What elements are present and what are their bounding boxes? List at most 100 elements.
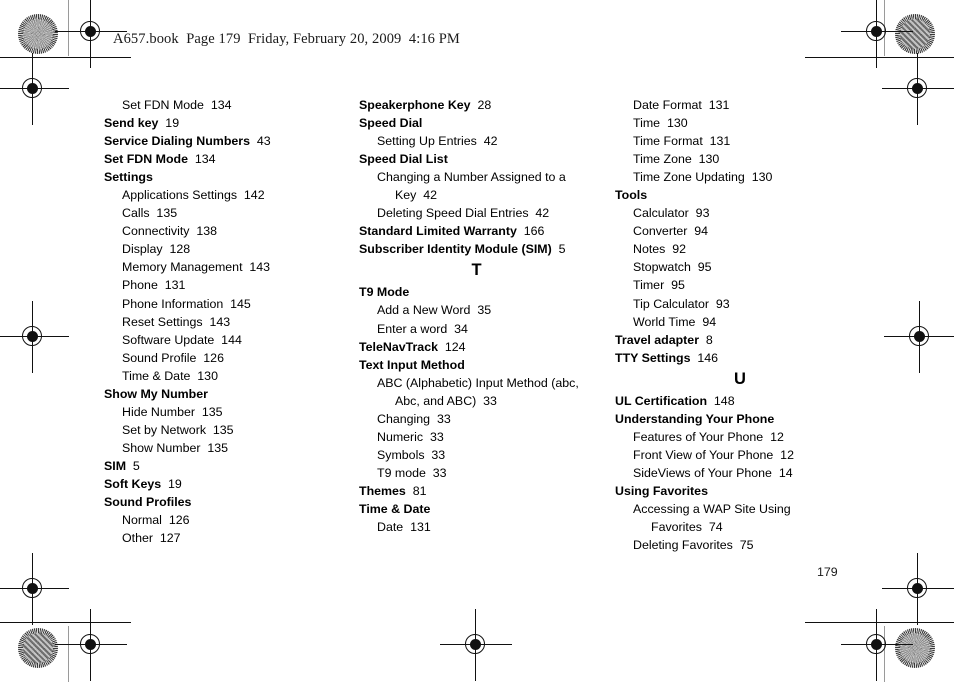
index-entry-page-number: 93 [708, 296, 730, 311]
index-subentry: Reset Settings 143 [104, 313, 339, 331]
index-entry-text: Travel adapter [615, 332, 700, 347]
index-entry-text: Sound Profile [122, 350, 197, 365]
index-entry-page-number: 95 [664, 278, 685, 293]
index-entry-page-number: 135 [195, 404, 223, 419]
index-entry-page-number: 75 [732, 538, 754, 553]
index-entry-text: Speed Dial List [359, 152, 448, 167]
trim-rule-bottom-right [805, 622, 954, 624]
index-subentry: T9 mode 33 [359, 464, 594, 482]
index-entry: Speed Dial List [359, 150, 594, 168]
index-subentry: ABC (Alphabetic) Input Method (abc, Abc,… [359, 374, 594, 410]
page-number-folio: 179 [817, 565, 838, 579]
index-entry-page-number: 126 [161, 513, 190, 528]
index-entry-page-number: 143 [242, 260, 271, 275]
index-entry: TeleNavTrack 124 [359, 338, 594, 356]
index-entry-text: TeleNavTrack [359, 339, 438, 354]
registration-target-top-left-corner [0, 53, 69, 125]
index-entry-text: Time & Date [359, 501, 431, 516]
index-entry-page-number: 35 [470, 303, 492, 318]
index-entry-text: Date Format [633, 98, 702, 112]
index-entry-page-number: 126 [196, 350, 224, 365]
index-subentry: Other 127 [104, 529, 339, 547]
index-entry-text: Set by Network [122, 422, 207, 437]
index-subentry: Numeric 33 [359, 428, 594, 446]
index-entry-text: Show Number [122, 440, 201, 455]
index-subentry: Memory Management 143 [104, 258, 339, 276]
index-entry-page-number: 33 [423, 429, 444, 444]
index-entry-text: SideViews of Your Phone [633, 465, 772, 480]
index-entry-text: Symbols [377, 447, 425, 462]
index-section-letter: T [471, 261, 482, 280]
index-entry-page-number: 135 [206, 422, 234, 437]
index-entry-text: Other [122, 531, 153, 546]
index-entry: Subscriber Identity Module (SIM) 5 [359, 240, 594, 258]
registration-target-top-inner-right [841, 0, 913, 68]
index-entry: Speed Dial [359, 114, 594, 132]
index-entry: Time & Date [359, 500, 594, 518]
index-entry: Service Dialing Numbers 43 [104, 132, 339, 150]
index-entry-page-number: 42 [416, 188, 438, 203]
index-entry-text: Calls [122, 206, 150, 221]
index-entry-page-number: 124 [437, 339, 466, 354]
index-entry-page-number: 95 [690, 260, 712, 275]
index-entry-page-number: 143 [202, 314, 231, 329]
index-entry-text: Tip Calculator [633, 296, 709, 311]
index-entry-text: Add a New Word [377, 303, 471, 318]
index-subentry: Time Format 131 [615, 132, 865, 150]
color-control-rosette-bottom-right [895, 628, 935, 668]
index-entry-text: Tools [615, 188, 648, 203]
index-entry-page-number: 33 [476, 393, 497, 408]
index-entry-text: Connectivity [122, 224, 190, 239]
index-entry: Set FDN Mode 134 [104, 150, 339, 168]
registration-target-bottom-inner-left [55, 609, 127, 681]
index-entry-text: Text Input Method [359, 357, 465, 372]
index-section-letter: U [734, 369, 746, 388]
index-entry-text: Themes [359, 483, 406, 498]
index-entry-page-number: 81 [405, 483, 427, 498]
index-subentry: Add a New Word 35 [359, 301, 594, 319]
registration-target-bottom-inner-right [841, 609, 913, 681]
index-entry-page-number: 19 [158, 116, 180, 131]
index-entry-text: Set FDN Mode [104, 152, 188, 167]
trim-line-top-right-vertical [884, 0, 886, 56]
index-entry-page-number: 33 [424, 447, 446, 462]
index-subentry: Changing a Number Assigned to a Key 42 [359, 168, 594, 204]
index-entry-page-number: 166 [516, 224, 545, 239]
index-entry-text: SIM [104, 458, 127, 473]
index-entry-page-number: 145 [223, 296, 251, 311]
index-entry: Using Favorites [615, 482, 865, 500]
index-entry-text: Applications Settings [122, 188, 238, 203]
book-header-text: A657.book Page 179 Friday, February 20, … [113, 31, 460, 47]
index-subentry: Symbols 33 [359, 446, 594, 464]
trim-rule-top-left [0, 57, 131, 59]
index-subentry: Timer 95 [615, 276, 865, 294]
index-column-3: Date Format 131 Time 130 Time Format 131 Ti… [615, 96, 865, 554]
index-entry-text: Subscriber Identity Module (SIM) [359, 242, 552, 257]
registration-target-bottom-right-corner [882, 553, 954, 625]
index-entry-page-number: 14 [771, 465, 793, 480]
index-entry-page-number: 144 [214, 332, 242, 347]
index-entry-page-number: 74 [701, 520, 723, 535]
trim-rule-bottom-left [0, 622, 131, 624]
index-entry-page-number: 34 [447, 321, 468, 336]
index-subentry: Sound Profile 126 [104, 349, 339, 367]
registration-target-top-right-corner [882, 53, 954, 125]
trim-rule-top-right [805, 57, 954, 59]
index-entry: T9 Mode [359, 283, 594, 301]
index-subentry: Set by Network 135 [104, 421, 339, 439]
index-subentry: Date 131 [359, 518, 594, 536]
index-entry-page-number: 33 [425, 465, 447, 480]
index-entry-text: Deleting Favorites [633, 538, 733, 553]
index-subentry: Deleting Speed Dial Entries 42 [359, 204, 594, 222]
index-entry: Understanding Your Phone [615, 410, 865, 428]
color-control-rosette-top-left [18, 14, 58, 54]
index-entry-text: Converter [633, 224, 688, 239]
index-entry-page-number: 130 [744, 170, 773, 185]
index-entry-page-number: 131 [701, 98, 730, 112]
index-entry-page-number: 142 [237, 188, 265, 203]
index-entry-text: World Time [633, 314, 696, 329]
index-entry-text: Software Update [122, 332, 215, 347]
index-subentry: Tip Calculator 93 [615, 295, 865, 313]
trim-line-bottom-right-vertical [884, 626, 886, 682]
index-entry-text: Reset Settings [122, 314, 203, 329]
